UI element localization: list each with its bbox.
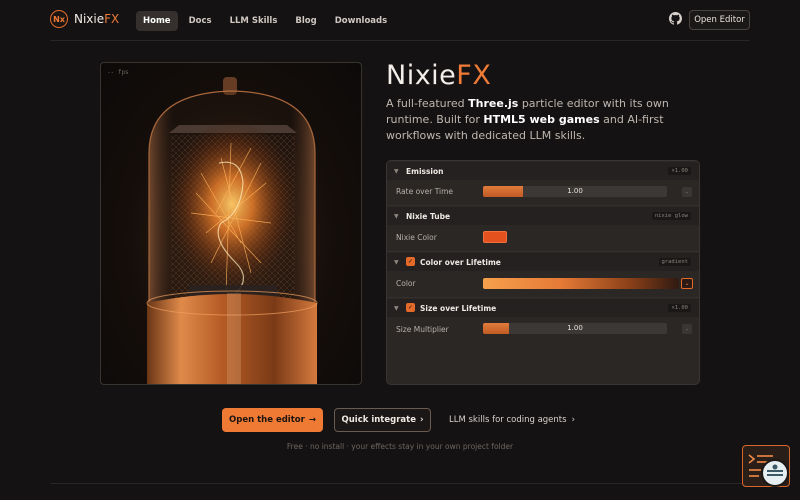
nixiefx-logo-icon: Nx bbox=[50, 10, 68, 28]
section-title: Nixie Tube bbox=[406, 211, 451, 221]
desc-bold-threejs: Three.js bbox=[468, 97, 519, 110]
section-emission[interactable]: ▼ Emission ×1.00 bbox=[387, 162, 699, 180]
section-tag: ×1.00 bbox=[668, 304, 691, 312]
reset-button[interactable]: - bbox=[682, 324, 692, 334]
bottom-divider bbox=[50, 483, 750, 484]
cta-link-label: LLM skills for coding agents bbox=[449, 415, 567, 425]
open-the-editor-button[interactable]: Open the editor → bbox=[222, 408, 323, 432]
nixie-tube-preview[interactable]: -- fps bbox=[100, 62, 362, 385]
brand-name-text: Nixie bbox=[74, 12, 105, 26]
chevron-right-icon: › bbox=[571, 415, 575, 425]
row-divider bbox=[387, 251, 699, 252]
nixie-tube-illustration bbox=[146, 77, 318, 384]
section-color-over-lifetime[interactable]: ▼ ✓ Color over Lifetime gradient bbox=[387, 253, 699, 271]
hero-description: A full-featured Three.js particle editor… bbox=[386, 96, 706, 144]
nav-link-home[interactable]: Home bbox=[136, 11, 178, 31]
nixie-color-swatch[interactable] bbox=[483, 231, 507, 243]
row-label-rate: Rate over Time bbox=[396, 187, 454, 196]
page-title-fx: FX bbox=[456, 60, 492, 91]
section-tag: nixie glow bbox=[651, 212, 691, 220]
check-icon[interactable]: ✓ bbox=[406, 257, 415, 266]
row-divider bbox=[387, 297, 699, 298]
open-editor-button[interactable]: Open Editor bbox=[689, 10, 750, 30]
section-title: Emission bbox=[406, 166, 444, 176]
desc-bold-html5: HTML5 web games bbox=[483, 113, 600, 126]
slider-value: 1.00 bbox=[567, 324, 583, 332]
color-gradient-bar[interactable] bbox=[483, 278, 679, 289]
desc-part-1: A full-featured bbox=[386, 97, 469, 110]
chevron-down-icon: ▼ bbox=[394, 304, 399, 312]
reset-button[interactable]: - bbox=[682, 187, 692, 197]
section-tag: ×1.00 bbox=[668, 167, 691, 175]
nav-link-llm-skills[interactable]: LLM Skills bbox=[223, 11, 285, 31]
top-nav: Nx NixieFX Home Docs LLM Skills Blog Dow… bbox=[0, 0, 800, 40]
arrow-right-icon: → bbox=[308, 415, 316, 425]
particle-inspector-panel: ▼ Emission ×1.00 Rate over Time 1.00 - ▼… bbox=[386, 160, 700, 385]
nav-link-downloads[interactable]: Downloads bbox=[328, 11, 394, 31]
brand-name: NixieFX bbox=[74, 12, 119, 26]
section-tag: gradient bbox=[658, 258, 691, 266]
nav-link-blog[interactable]: Blog bbox=[288, 11, 323, 31]
brand-name-fx: FX bbox=[104, 12, 120, 26]
footnote: Free · no install · your effects stay in… bbox=[286, 442, 514, 451]
section-nixie-tube[interactable]: ▼ Nixie Tube nixie glow bbox=[387, 207, 699, 225]
chevron-down-icon: ▼ bbox=[394, 167, 399, 175]
size-multiplier-slider[interactable]: 1.00 bbox=[483, 323, 667, 334]
avatar[interactable] bbox=[761, 459, 789, 487]
chevron-right-icon: › bbox=[419, 415, 424, 425]
brand[interactable]: Nx NixieFX bbox=[50, 10, 119, 28]
cta-primary-label: Open the editor bbox=[229, 415, 305, 425]
chat-avatar-icon bbox=[764, 462, 786, 484]
row-label-size-multiplier: Size Multiplier bbox=[396, 325, 449, 334]
row-label-nixie-color: Nixie Color bbox=[396, 233, 437, 242]
section-title: Color over Lifetime bbox=[420, 257, 501, 267]
nav-link-docs[interactable]: Docs bbox=[182, 11, 219, 31]
page-title: NixieFX bbox=[386, 60, 491, 91]
page-title-text: Nixie bbox=[386, 60, 457, 91]
row-divider bbox=[387, 205, 699, 206]
section-size-over-lifetime[interactable]: ▼ ✓ Size over Lifetime ×1.00 bbox=[387, 299, 699, 317]
section-title: Size over Lifetime bbox=[420, 303, 497, 313]
quick-integrate-button[interactable]: Quick integrate › bbox=[334, 408, 431, 432]
github-icon[interactable] bbox=[669, 12, 682, 25]
cta-secondary-label: Quick integrate bbox=[341, 415, 416, 425]
slider-value: 1.00 bbox=[567, 187, 583, 195]
chevron-down-icon: ▼ bbox=[394, 212, 399, 220]
nav-divider bbox=[50, 40, 750, 41]
gradient-dropdown-button[interactable]: ⌄ bbox=[681, 278, 693, 289]
rate-over-time-slider[interactable]: 1.00 bbox=[483, 186, 667, 197]
chevron-down-icon: ▼ bbox=[394, 258, 399, 266]
nav-links: Home Docs LLM Skills Blog Downloads bbox=[136, 11, 394, 31]
llm-skills-link[interactable]: LLM skills for coding agents › bbox=[449, 408, 575, 432]
check-icon[interactable]: ✓ bbox=[406, 303, 415, 312]
fps-counter: -- fps bbox=[107, 69, 129, 76]
row-label-color: Color bbox=[396, 279, 416, 288]
